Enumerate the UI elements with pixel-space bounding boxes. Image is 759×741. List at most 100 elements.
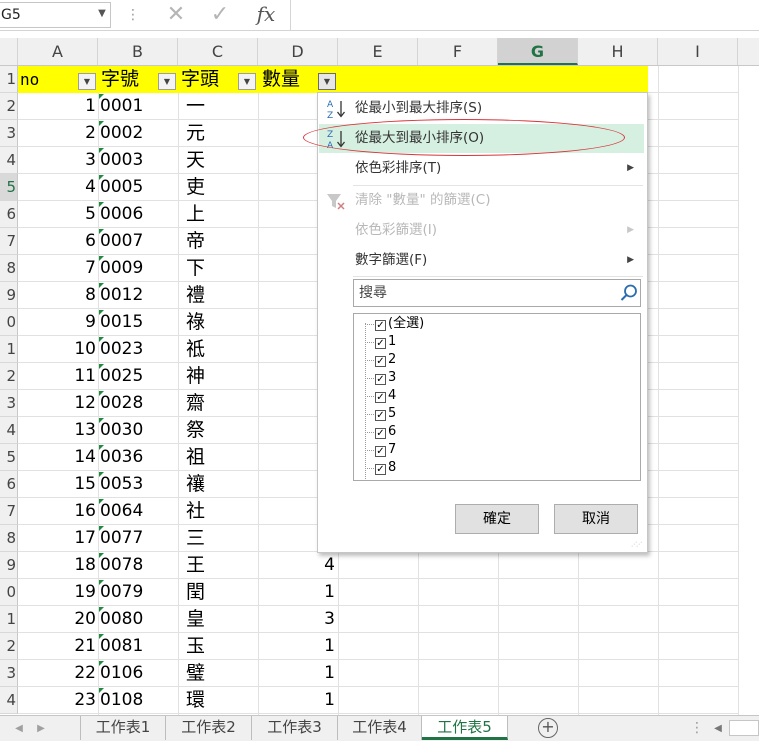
filter-dropdown-c-icon[interactable]: ▼ (238, 73, 256, 90)
cell-code[interactable]: 0080 (100, 606, 176, 633)
cell-no[interactable]: 9 (18, 309, 96, 336)
scroll-left-icon[interactable]: ◀ (711, 721, 725, 737)
cell-code[interactable]: 0106 (100, 660, 176, 687)
cell-char[interactable]: 閏 (186, 579, 256, 606)
row-header[interactable]: 9 (0, 552, 18, 579)
column-header-i[interactable]: I (658, 38, 738, 65)
row-header[interactable]: 3 (0, 660, 18, 687)
cell-no[interactable]: 10 (18, 336, 96, 363)
cell-code[interactable]: 0002 (100, 120, 176, 147)
cell-no[interactable]: 20 (18, 606, 96, 633)
row-header[interactable]: 8 (0, 255, 18, 282)
cell-char[interactable]: 齋 (186, 390, 256, 417)
cell-char[interactable]: 上 (186, 201, 256, 228)
clear-filter-item[interactable]: 清除 "數量" 的篩選(C) (319, 186, 644, 215)
header-char[interactable]: 字頭 (181, 66, 219, 93)
cell-no[interactable]: 14 (18, 444, 96, 471)
column-header-c[interactable]: C (178, 38, 258, 65)
select-all-corner[interactable] (0, 38, 18, 65)
row-header[interactable]: 0 (0, 309, 18, 336)
cell-qty[interactable]: 1 (258, 660, 335, 687)
cell-no[interactable]: 1 (18, 93, 96, 120)
filter-value-item[interactable]: ✓ 7 (375, 441, 396, 459)
cell-code[interactable]: 0053 (100, 471, 176, 498)
cell-code[interactable]: 0036 (100, 444, 176, 471)
cell-no[interactable]: 18 (18, 552, 96, 579)
cell-code[interactable]: 0006 (100, 201, 176, 228)
cell-no[interactable]: 16 (18, 498, 96, 525)
resize-grip-icon[interactable]: ⋰⋰ (631, 541, 643, 549)
filter-value-item[interactable]: ✓ 5 (375, 405, 396, 423)
checkbox-checked-icon[interactable]: ✓ (375, 464, 386, 475)
checkbox-checked-icon[interactable]: ✓ (375, 410, 386, 421)
cell-char[interactable]: 皇 (186, 606, 256, 633)
cell-char[interactable]: 祭 (186, 417, 256, 444)
cell-char[interactable]: 祖 (186, 444, 256, 471)
prev-sheet-icon[interactable]: ◀ (10, 721, 28, 737)
filter-by-color-item[interactable]: 依色彩篩選(I) ▶ (319, 216, 644, 245)
row-header[interactable]: 5 (0, 444, 18, 471)
cell-no[interactable]: 3 (18, 147, 96, 174)
header-no[interactable]: no (20, 66, 39, 93)
cell-qty[interactable]: 3 (258, 606, 335, 633)
filter-value-item[interactable]: ✓ 2 (375, 351, 396, 369)
filter-dropdown-a-icon[interactable]: ▼ (78, 73, 96, 90)
filter-search-input[interactable]: 搜尋 (353, 279, 641, 307)
filter-value-item[interactable]: ✓ 4 (375, 387, 396, 405)
cell-no[interactable]: 21 (18, 633, 96, 660)
confirm-edit-icon[interactable]: ✓ (208, 3, 232, 27)
filter-value-item[interactable]: ✓ 8 (375, 459, 396, 477)
cell-char[interactable]: 神 (186, 363, 256, 390)
next-sheet-icon[interactable]: ▶ (32, 721, 50, 737)
search-icon[interactable] (619, 283, 639, 303)
row-header[interactable]: 6 (0, 471, 18, 498)
cell-char[interactable]: 吏 (186, 174, 256, 201)
sort-ascending-item[interactable]: A Z 從最小到最大排序(S) (319, 94, 644, 123)
cell-code[interactable]: 0081 (100, 633, 176, 660)
header-qty[interactable]: 數量 (262, 66, 300, 93)
filter-value-item[interactable]: ✓ (全選) (375, 315, 424, 333)
cell-char[interactable]: 社 (186, 498, 256, 525)
column-header-b[interactable]: B (98, 38, 178, 65)
cell-code[interactable]: 0007 (100, 228, 176, 255)
cell-no[interactable]: 7 (18, 255, 96, 282)
sheet-tab-4[interactable]: 工作表4 (338, 716, 422, 740)
cell-no[interactable]: 22 (18, 660, 96, 687)
cell-code[interactable]: 0005 (100, 174, 176, 201)
row-header[interactable]: 4 (0, 417, 18, 444)
cell-char[interactable]: 禳 (186, 471, 256, 498)
cell-no[interactable]: 12 (18, 390, 96, 417)
filter-value-item[interactable]: ✓ 6 (375, 423, 396, 441)
cell-no[interactable]: 2 (18, 120, 96, 147)
checkbox-checked-icon[interactable]: ✓ (375, 446, 386, 457)
ok-button[interactable]: 確定 (455, 504, 539, 534)
cell-no[interactable]: 23 (18, 687, 96, 714)
row-header[interactable]: 6 (0, 201, 18, 228)
cell-char[interactable]: 祿 (186, 309, 256, 336)
cell-no[interactable]: 6 (18, 228, 96, 255)
number-filters-item[interactable]: 數字篩選(F) ▶ (319, 246, 644, 275)
column-header-d[interactable]: D (258, 38, 338, 65)
cell-code[interactable]: 0064 (100, 498, 176, 525)
filter-value-item[interactable]: ✓ 1 (375, 333, 396, 351)
add-sheet-icon[interactable]: + (538, 718, 558, 738)
cell-char[interactable]: 禮 (186, 282, 256, 309)
cell-code[interactable]: 0015 (100, 309, 176, 336)
name-box-dropdown-icon[interactable]: ▼ (94, 2, 110, 26)
cell-code[interactable]: 0077 (100, 525, 176, 552)
cell-no[interactable]: 17 (18, 525, 96, 552)
column-header-a[interactable]: A (18, 38, 98, 65)
cancel-edit-icon[interactable]: ✕ (165, 3, 187, 27)
row-header[interactable]: 4 (0, 147, 18, 174)
horizontal-scrollbar[interactable] (729, 720, 759, 736)
cell-char[interactable]: 環 (186, 687, 256, 714)
cell-code[interactable]: 0012 (100, 282, 176, 309)
sort-descending-item[interactable]: Z A 從最大到最小排序(O) (319, 124, 644, 153)
cell-char[interactable]: 祗 (186, 336, 256, 363)
row-header[interactable]: 3 (0, 120, 18, 147)
cell-code[interactable]: 0009 (100, 255, 176, 282)
checkbox-checked-icon[interactable]: ✓ (375, 428, 386, 439)
row-header[interactable]: 0 (0, 579, 18, 606)
row-header[interactable]: 2 (0, 363, 18, 390)
cell-char[interactable]: 下 (186, 255, 256, 282)
